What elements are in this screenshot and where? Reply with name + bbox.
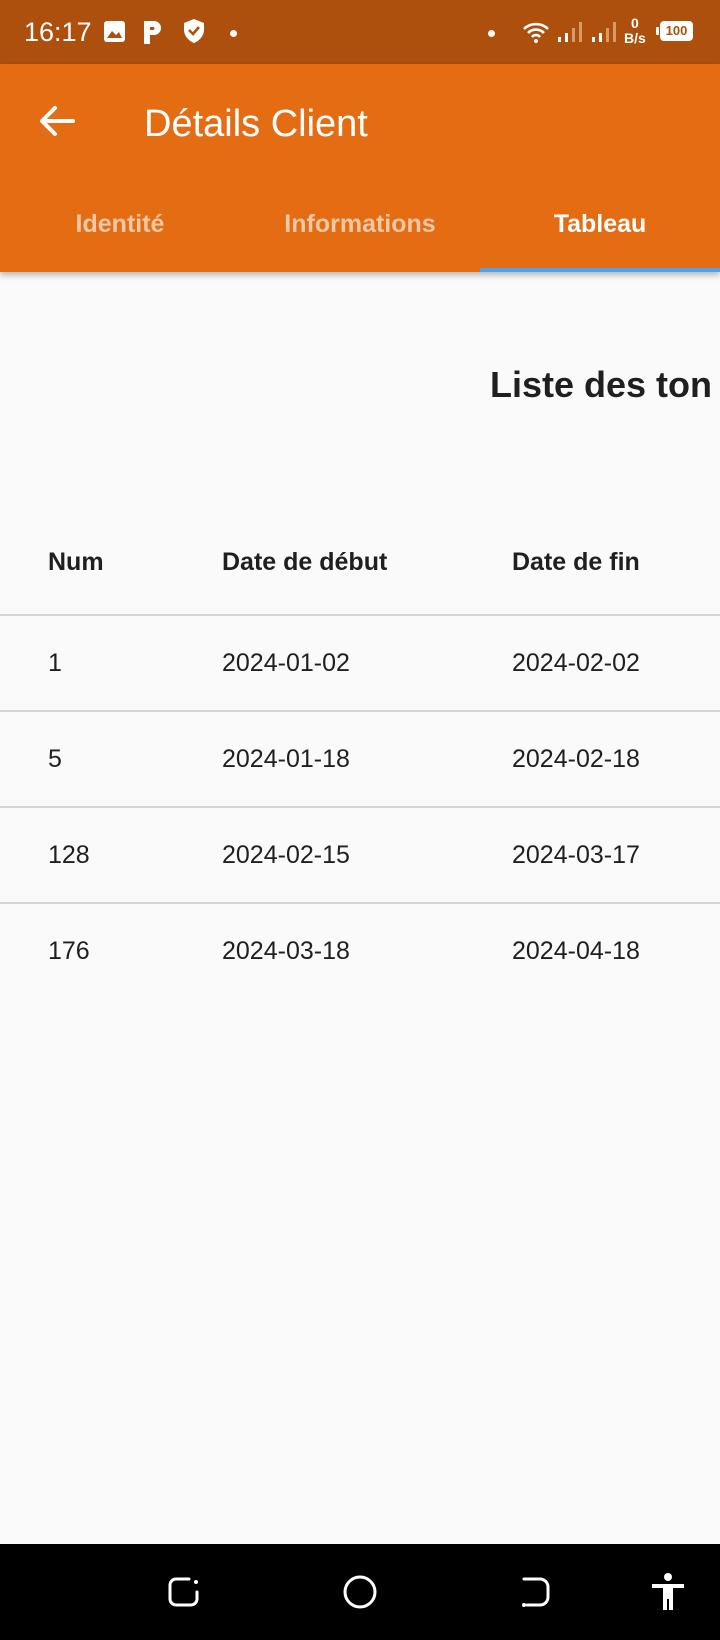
tab-label: Informations xyxy=(284,209,436,238)
cell-date-debut: 2024-01-18 xyxy=(222,744,350,773)
cell-num: 1 xyxy=(48,648,62,677)
cell-date-fin: 2024-02-18 xyxy=(512,744,640,773)
header-date-debut: Date de début xyxy=(222,547,388,576)
tab-tableau[interactable]: Tableau xyxy=(480,176,720,272)
tab-indicator xyxy=(480,268,720,272)
shield-check-icon xyxy=(184,19,204,43)
image-icon xyxy=(104,21,125,42)
table-row: 128 2024-02-15 2024-03-17 xyxy=(0,808,720,904)
recents-icon[interactable] xyxy=(162,1570,206,1614)
header-num: Num xyxy=(48,547,104,576)
cell-date-debut: 2024-01-02 xyxy=(222,648,350,677)
cell-date-fin: 2024-03-17 xyxy=(512,840,640,869)
data-table: Num Date de début Date de fin 1 2024-01-… xyxy=(0,510,720,998)
cell-num: 128 xyxy=(48,840,90,869)
table-header-row: Num Date de début Date de fin xyxy=(0,510,720,616)
wifi-icon xyxy=(523,22,549,43)
status-bar: 16:17 0 B/s 100 xyxy=(0,0,720,64)
table-row: 176 2024-03-18 2024-04-18 xyxy=(0,904,720,998)
net-speed-unit: B/s xyxy=(624,30,646,46)
cell-date-fin: 2024-04-18 xyxy=(512,936,640,965)
app-bar: Détails Client Identité Informations Tab… xyxy=(0,64,720,272)
notification-dot-icon xyxy=(230,30,237,37)
tab-identite[interactable]: Identité xyxy=(0,176,240,272)
table-row: 5 2024-01-18 2024-02-18 xyxy=(0,712,720,808)
header-date-fin: Date de fin xyxy=(512,547,640,576)
cell-date-fin: 2024-02-02 xyxy=(512,648,640,677)
arrow-back-icon[interactable] xyxy=(36,100,78,142)
net-speed: 0 B/s xyxy=(624,16,646,46)
dot-icon xyxy=(488,30,495,37)
back-nav-icon[interactable] xyxy=(514,1570,558,1614)
net-speed-value: 0 xyxy=(631,15,639,31)
tab-informations[interactable]: Informations xyxy=(240,176,480,272)
battery-level: 100 xyxy=(665,23,688,38)
system-nav-bar xyxy=(0,1544,720,1640)
cell-num: 176 xyxy=(48,936,90,965)
status-time: 16:17 xyxy=(24,17,92,47)
table-row: 1 2024-01-02 2024-02-02 xyxy=(0,616,720,712)
battery-icon: 100 xyxy=(660,21,693,41)
cell-num: 5 xyxy=(48,744,62,773)
accessibility-icon[interactable] xyxy=(646,1570,690,1614)
cell-date-debut: 2024-03-18 xyxy=(222,936,350,965)
cell-date-debut: 2024-02-15 xyxy=(222,840,350,869)
table-title: Liste des ton xyxy=(490,364,713,405)
home-icon[interactable] xyxy=(338,1570,382,1614)
parking-p-icon xyxy=(144,21,161,44)
tab-label: Identité xyxy=(75,209,165,238)
signal-icon xyxy=(592,22,616,42)
page-title: Détails Client xyxy=(144,103,368,145)
tab-label: Tableau xyxy=(553,209,647,238)
signal-icon xyxy=(558,22,582,42)
battery-tip xyxy=(656,27,659,35)
